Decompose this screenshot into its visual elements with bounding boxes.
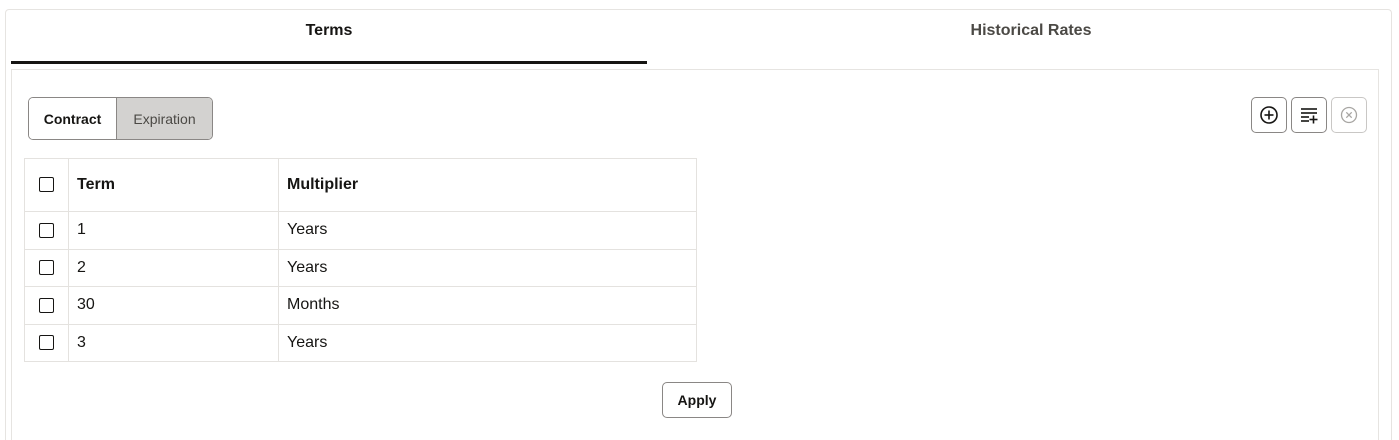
table-toolbar bbox=[1251, 97, 1367, 133]
row-checkbox[interactable] bbox=[39, 222, 54, 238]
apply-button[interactable]: Apply bbox=[662, 382, 732, 418]
active-tab-indicator bbox=[11, 61, 647, 64]
table-row[interactable]: 1 Years bbox=[24, 211, 697, 250]
segment-expiration-button[interactable]: Expiration bbox=[116, 98, 212, 139]
select-all-cell bbox=[24, 158, 69, 212]
row-select-cell bbox=[24, 323, 69, 362]
term-cell: 2 bbox=[68, 248, 279, 287]
row-select-cell bbox=[24, 286, 69, 325]
multiplier-cell: Years bbox=[278, 211, 697, 250]
terms-table: Term Multiplier 1 Years 2 Years 30 Month… bbox=[24, 158, 697, 362]
add-circle-icon bbox=[1260, 106, 1278, 124]
tab-terms-label: Terms bbox=[305, 22, 353, 39]
multiplier-cell: Months bbox=[278, 286, 697, 325]
table-row[interactable]: 3 Years bbox=[24, 323, 697, 362]
table-row[interactable]: 30 Months bbox=[24, 286, 697, 325]
remove-button[interactable] bbox=[1331, 97, 1367, 133]
term-cell: 30 bbox=[68, 286, 279, 325]
add-row-icon bbox=[1301, 108, 1318, 124]
contract-expiration-toggle: Contract Expiration bbox=[28, 97, 213, 140]
remove-circle-icon bbox=[1340, 106, 1358, 124]
tab-terms[interactable]: Terms bbox=[11, 18, 647, 65]
row-checkbox[interactable] bbox=[39, 297, 54, 313]
column-header-multiplier[interactable]: Multiplier bbox=[278, 158, 697, 212]
row-checkbox[interactable] bbox=[39, 335, 54, 351]
multiplier-cell: Years bbox=[278, 248, 697, 287]
tab-historical-rates-label: Historical Rates bbox=[970, 22, 1092, 39]
row-select-cell bbox=[24, 211, 69, 250]
multiplier-cell: Years bbox=[278, 323, 697, 362]
select-all-checkbox[interactable] bbox=[39, 177, 54, 193]
tab-historical-rates[interactable]: Historical Rates bbox=[647, 18, 1399, 65]
row-checkbox[interactable] bbox=[39, 260, 54, 276]
tab-bar: Terms Historical Rates bbox=[11, 18, 1378, 65]
add-row-button[interactable] bbox=[1291, 97, 1327, 133]
term-cell: 3 bbox=[68, 323, 279, 362]
segment-contract-button[interactable]: Contract bbox=[29, 98, 116, 139]
table-row[interactable]: 2 Years bbox=[24, 248, 697, 287]
add-button[interactable] bbox=[1251, 97, 1287, 133]
term-cell: 1 bbox=[68, 211, 279, 250]
column-header-term[interactable]: Term bbox=[68, 158, 279, 212]
row-select-cell bbox=[24, 248, 69, 287]
table-header-row: Term Multiplier bbox=[24, 158, 697, 212]
